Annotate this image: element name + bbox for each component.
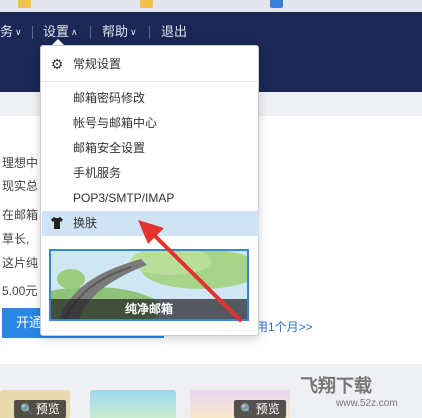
menu-item-pop3[interactable]: POP3/SMTP/IMAP (42, 186, 259, 211)
intro-line: 在邮箱 (2, 208, 39, 222)
nav-divider (149, 26, 150, 39)
preview-label: 预览 (35, 402, 60, 416)
menu-item-skin[interactable]: 换肤 (42, 211, 259, 236)
tshirt-icon (49, 211, 65, 236)
settings-dropdown: ⚙ 常规设置 邮箱密码修改 帐号与邮箱中心 邮箱安全设置 手机服务 POP3/S… (40, 45, 259, 336)
preview-badge[interactable]: 🔍 预览 (14, 400, 66, 418)
nav-item-label: 退出 (161, 24, 188, 39)
menu-item-label: 邮箱安全设置 (73, 141, 146, 155)
nav-divider (32, 26, 33, 39)
nav-item-label: 帮助 (102, 24, 129, 39)
menu-item-label: 换肤 (73, 216, 98, 230)
nav-item-label: 务 (0, 24, 14, 39)
watermark-url: www.52z.com (336, 398, 398, 409)
skin-preview-image[interactable]: 纯净邮箱 (49, 249, 249, 321)
chevron-down-icon: ∨ (15, 27, 22, 37)
gear-icon: ⚙ (50, 56, 64, 72)
menu-item-label: 帐号与邮箱中心 (73, 116, 158, 130)
menu-item-label: POP3/SMTP/IMAP (73, 191, 175, 205)
bookmark-bar (0, 0, 422, 12)
menu-item-password[interactable]: 邮箱密码修改 (42, 86, 259, 111)
skin-preview-caption: 纯净邮箱 (51, 299, 247, 319)
skin-thumbnail[interactable]: 🔍 预览 (190, 390, 290, 418)
trial-link[interactable]: 用1个月>> (256, 318, 313, 335)
preview-badge[interactable]: 🔍 预览 (234, 400, 286, 418)
menu-item-label: 手机服务 (73, 166, 122, 180)
menu-item-security[interactable]: 邮箱安全设置 (42, 136, 259, 161)
bookmark-icon[interactable] (140, 0, 153, 8)
nav-item-label: 设置 (43, 24, 70, 39)
chevron-down-icon: ∨ (130, 27, 137, 37)
bookmark-icon[interactable] (270, 0, 283, 8)
menu-divider (42, 81, 259, 82)
intro-line: 草长, (2, 232, 30, 246)
price-text: 5.00元 (2, 284, 38, 298)
intro-line: 理想中 (2, 156, 39, 170)
watermark-logo: 飞翔下载 (300, 376, 372, 396)
preview-label: 预览 (255, 402, 280, 416)
menu-item-mobile[interactable]: 手机服务 (42, 161, 259, 186)
skin-thumbnail[interactable]: 🔍 预览 (0, 390, 70, 418)
menu-item-account-center[interactable]: 帐号与邮箱中心 (42, 111, 259, 136)
bookmark-icon[interactable] (18, 0, 31, 8)
chevron-up-icon: ∧ (71, 27, 78, 37)
intro-line: 这片纯 (2, 256, 39, 270)
nav-item-help[interactable]: 帮助 ∨ (102, 20, 137, 44)
menu-item-label: 邮箱密码修改 (73, 91, 146, 105)
magnifier-icon: 🔍 (240, 404, 254, 416)
menu-item-label: 常规设置 (73, 57, 122, 71)
skin-thumbnail[interactable] (90, 390, 176, 418)
menu-item-general-settings[interactable]: ⚙ 常规设置 (42, 52, 259, 77)
intro-line: 现实总 (2, 179, 39, 193)
nav-item-service[interactable]: 务 ∨ (0, 20, 22, 44)
magnifier-icon: 🔍 (20, 404, 34, 416)
nav-item-logout[interactable]: 退出 (161, 20, 187, 44)
nav-divider (90, 26, 91, 39)
site-watermark: 飞翔下载 www.52z.com (296, 372, 422, 418)
